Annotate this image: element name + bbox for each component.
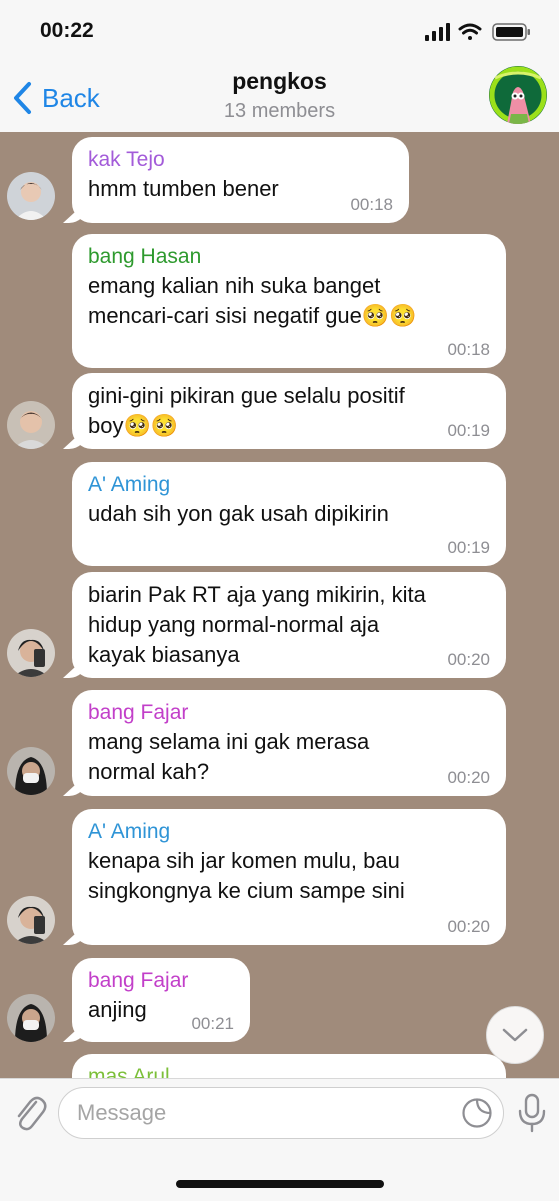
message-text: gini-gini pikiran gue selalu positif boy…	[88, 383, 405, 438]
signal-icon	[425, 23, 450, 41]
avatar-bang-fajar[interactable]	[7, 994, 55, 1042]
sticker-icon	[462, 1098, 492, 1128]
message-bubble[interactable]: bang Fajar mang selama ini gak merasa no…	[72, 690, 506, 796]
message-list[interactable]: kak Tejo hmm tumben bener 00:18 bang Has…	[0, 132, 559, 1078]
message-text: kenapa sih jar komen mulu, bau singkongn…	[88, 848, 405, 903]
sticker-button[interactable]	[461, 1097, 493, 1134]
message-bubble[interactable]: biarin Pak RT aja yang mikirin, kita hid…	[72, 572, 506, 678]
attach-icon	[17, 1096, 47, 1131]
avatar-a-aming[interactable]	[7, 629, 55, 677]
group-avatar[interactable]	[489, 66, 547, 124]
avatar-bang-hasan[interactable]	[7, 401, 55, 449]
avatar-a-aming[interactable]	[7, 896, 55, 944]
message-bubble[interactable]: A' Aming kenapa sih jar komen mulu, bau …	[72, 809, 506, 945]
message-sender: bang Hasan	[88, 245, 202, 268]
message-text: mang selama ini gak merasa normal kah?	[88, 729, 370, 784]
message-time: 00:20	[447, 650, 490, 669]
message-time: 00:18	[447, 340, 490, 359]
message-sender: A' Aming	[88, 473, 171, 496]
attach-button[interactable]	[12, 1093, 48, 1138]
wifi-icon	[458, 23, 482, 40]
mic-icon	[518, 1093, 546, 1133]
scroll-to-bottom-button[interactable]	[486, 1006, 544, 1064]
message-bubble[interactable]: kak Tejo hmm tumben bener 00:18	[72, 137, 409, 223]
message-text: hmm tumben bener	[88, 176, 279, 201]
status-time: 00:22	[40, 19, 94, 42]
avatar-kak-tejo[interactable]	[7, 172, 55, 220]
chat-header: Back pengkos 13 members	[0, 60, 559, 133]
avatar-bang-fajar[interactable]	[7, 747, 55, 795]
message-input[interactable]	[58, 1087, 504, 1139]
message-time: 00:19	[447, 538, 490, 557]
message-time: 00:19	[447, 421, 490, 440]
message-sender: A' Aming	[88, 820, 171, 843]
message-time: 00:21	[191, 1014, 234, 1033]
chat-title[interactable]: pengkos	[0, 68, 559, 95]
message-sender: kak Tejo	[88, 148, 165, 171]
home-indicator[interactable]	[176, 1180, 384, 1188]
message-text: biarin Pak RT aja yang mikirin, kita hid…	[88, 582, 426, 667]
message-sender: bang Fajar	[88, 701, 189, 724]
battery-icon	[492, 23, 530, 41]
status-bar: 00:22	[0, 0, 559, 60]
chevron-down-icon	[502, 1028, 528, 1042]
message-bubble[interactable]: bang Hasan emang kalian nih suka banget …	[72, 234, 506, 368]
message-time: 00:20	[447, 768, 490, 787]
message-sender: bang Fajar	[88, 969, 189, 992]
message-bubble[interactable]: mas Arul	[72, 1054, 506, 1078]
message-text: emang kalian nih suka banget mencari-car…	[88, 273, 417, 328]
member-count: 13 members	[223, 100, 336, 122]
message-time: 00:20	[447, 917, 490, 936]
message-bubble[interactable]: gini-gini pikiran gue selalu positif boy…	[72, 373, 506, 449]
voice-button[interactable]	[517, 1093, 547, 1138]
message-bubble[interactable]: A' Aming udah sih yon gak usah dipikirin…	[72, 462, 506, 566]
message-sender: mas Arul	[88, 1065, 170, 1078]
message-time: 00:18	[350, 195, 393, 214]
message-bubble[interactable]: bang Fajar anjing 00:21	[72, 958, 250, 1042]
message-text: udah sih yon gak usah dipikirin	[88, 501, 389, 526]
status-icons	[425, 22, 531, 42]
